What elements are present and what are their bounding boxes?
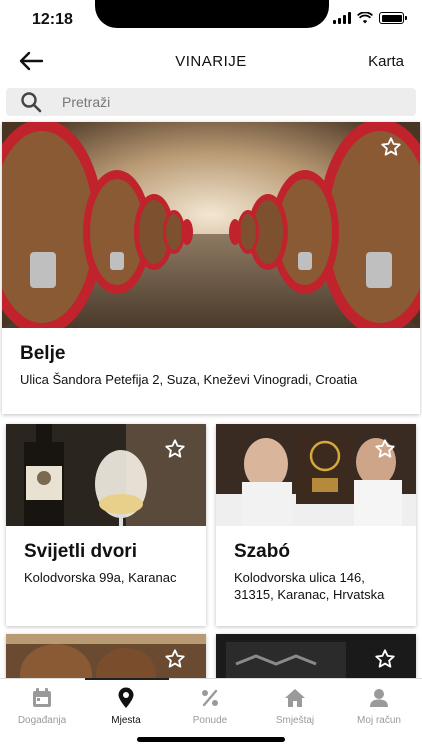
calendar-icon (33, 688, 51, 707)
favorite-star-icon[interactable] (374, 438, 396, 460)
active-tab-indicator (85, 678, 169, 680)
page-title: VINARIJE (175, 53, 247, 70)
winery-card-szabo[interactable]: Szabó Kolodvorska ulica 146, 31315, Kara… (216, 424, 416, 626)
home-indicator (137, 737, 285, 742)
winery-card-belje[interactable]: Belje Ulica Šandora Petefija 2, Suza, Kn… (2, 122, 420, 414)
tab-label: Događanja (17, 715, 67, 726)
winery-name: Svijetli dvori (24, 541, 137, 562)
winery-address: Kolodvorska ulica 146, 31315, Karanac, H… (234, 570, 385, 602)
user-icon (370, 689, 388, 707)
favorite-star-icon[interactable] (374, 648, 396, 670)
winery-card-svijetli-dvori[interactable]: Svijetli dvori Kolodvorska 99a, Karanac (6, 424, 206, 626)
winery-image (6, 424, 206, 526)
search-input[interactable] (62, 92, 392, 112)
map-button[interactable]: Karta (368, 53, 404, 70)
status-time: 12:18 (32, 11, 73, 28)
signal-icon (333, 12, 351, 24)
winery-address: Ulica Šandora Petefija 2, Suza, Kneževi … (20, 372, 358, 387)
wine-cellar-photo (2, 122, 420, 328)
header: VINARIJE Karta (0, 44, 422, 80)
tab-label: Smještaj (275, 715, 315, 726)
tab-label: Mjesta (111, 715, 141, 726)
device-notch (95, 0, 329, 28)
house-icon (285, 689, 305, 707)
percent-icon (202, 689, 218, 707)
tab-moj-racun[interactable]: Moj račun (337, 687, 421, 726)
winery-name: Belje (20, 343, 66, 364)
tab-mjesta[interactable]: Mjesta (84, 687, 168, 726)
tab-smjestaj[interactable]: Smještaj (253, 687, 337, 726)
tab-dogadanja[interactable]: Događanja (0, 687, 84, 726)
map-pin-icon (118, 687, 134, 708)
winery-image (216, 424, 416, 526)
tab-label: Moj račun (357, 715, 401, 726)
status-bar: 12:18 (0, 0, 422, 42)
battery-icon (379, 12, 407, 24)
winery-image (2, 122, 420, 328)
favorite-star-icon[interactable] (380, 136, 402, 158)
system-icons (333, 12, 407, 24)
tab-ponude[interactable]: Ponude (168, 687, 252, 726)
tab-label: Ponude (192, 715, 228, 726)
favorite-star-icon[interactable] (164, 648, 186, 670)
winery-address: Kolodvorska 99a, Karanac (24, 570, 177, 585)
search-icon (21, 92, 42, 113)
favorite-star-icon[interactable] (164, 438, 186, 460)
wifi-icon (357, 12, 373, 24)
search-bar[interactable] (6, 88, 416, 116)
bottom-tab-bar: Događanja Mjesta Ponude Smještaj Moj rač… (0, 678, 422, 750)
winery-name: Szabó (234, 541, 290, 562)
